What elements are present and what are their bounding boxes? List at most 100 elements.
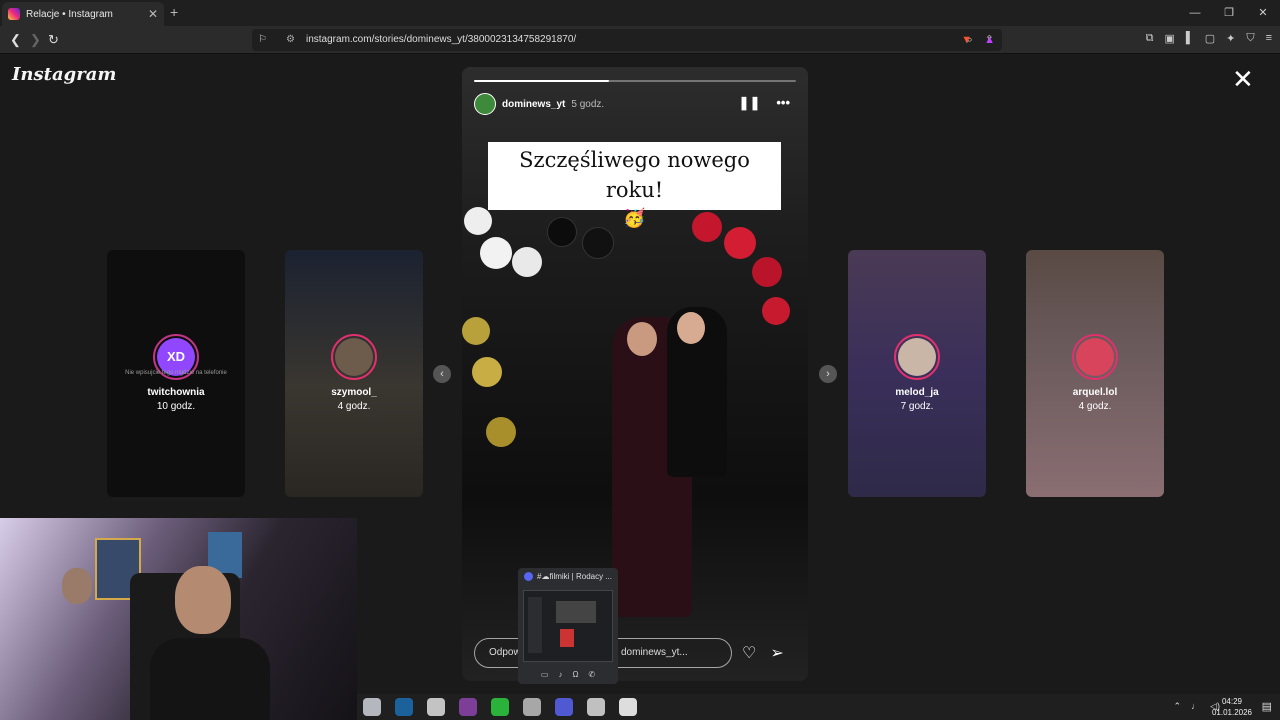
thumb-media bbox=[560, 629, 574, 647]
person-body bbox=[150, 638, 270, 720]
media-player-icon[interactable] bbox=[491, 698, 509, 716]
microphone-icon[interactable]: ♩ bbox=[1191, 701, 1200, 712]
shield-group: ▼ ▲ bbox=[955, 29, 1005, 51]
tray-chevron-icon[interactable]: ⌃ bbox=[1174, 701, 1182, 712]
mic-icon[interactable]: ♪ bbox=[558, 670, 562, 679]
person-face bbox=[627, 322, 657, 356]
avatar-photo bbox=[898, 338, 936, 376]
story-username: arquel.lol bbox=[1072, 387, 1118, 398]
app-icon[interactable] bbox=[523, 698, 541, 716]
avatar-photo bbox=[335, 338, 373, 376]
story-progress-fill bbox=[474, 80, 610, 82]
pause-icon[interactable]: ❚❚ bbox=[739, 95, 761, 111]
story-username: twitchownia bbox=[147, 387, 205, 398]
bookmark-icon[interactable]: ⚐ bbox=[258, 29, 267, 51]
partying-face-emoji: 🥳 bbox=[623, 208, 646, 229]
preview-title: #☁filmiki | Rodacy ... bbox=[537, 572, 612, 581]
story-username: szymool_ bbox=[331, 387, 377, 398]
twitch-icon[interactable] bbox=[459, 698, 477, 716]
sidebar-icon[interactable]: ▌ bbox=[1186, 32, 1194, 45]
story-avatar[interactable] bbox=[474, 93, 496, 115]
story-username[interactable]: dominews_yt bbox=[502, 99, 565, 110]
explorer-icon[interactable] bbox=[363, 698, 381, 716]
reply-placeholder-left: Odpow bbox=[489, 647, 521, 658]
story-actions: ♡ ➢ bbox=[742, 643, 784, 663]
settings-icon[interactable] bbox=[619, 698, 637, 716]
phone-icon[interactable]: ✆ bbox=[588, 670, 595, 679]
close-stories-button[interactable]: ✕ bbox=[1232, 66, 1254, 92]
browser-toolbar: ❮ ❯ ↻ ⚐ ⚙ instagram.com/stories/dominews… bbox=[0, 26, 1280, 54]
taskbar: ⌃ ♩ ◁) 04:29 01.01.2026 ▤ bbox=[357, 694, 1280, 720]
wallet-icon[interactable]: ▢ bbox=[1205, 32, 1215, 45]
caption-text: Szczęśliwego nowego roku! bbox=[519, 148, 750, 202]
story-time: 4 godz. bbox=[337, 401, 371, 412]
clock-date: 01.01.2026 bbox=[1211, 708, 1252, 717]
more-options-icon[interactable]: ••• bbox=[776, 95, 790, 111]
screen: Relacje • Instagram ✕ + — ❐ ✕ ❮ ❯ ↻ ⚐ ⚙ … bbox=[0, 0, 1280, 720]
story-time: 4 godz. bbox=[1078, 401, 1112, 412]
story-time: 10 godz. bbox=[156, 401, 196, 412]
browser-tab[interactable]: Relacje • Instagram ✕ bbox=[2, 2, 164, 26]
new-tab-button[interactable]: + bbox=[170, 4, 178, 20]
clock[interactable]: 04:29 01.01.2026 bbox=[1212, 696, 1252, 718]
close-tab-icon[interactable]: ✕ bbox=[148, 7, 158, 21]
reply-placeholder-right: dominews_yt... bbox=[621, 647, 688, 658]
address-bar[interactable]: ⚐ ⚙ instagram.com/stories/dominews_yt/38… bbox=[252, 29, 1002, 51]
thumb-media bbox=[556, 601, 596, 623]
preview-header: #☁filmiki | Rodacy ... bbox=[518, 568, 618, 585]
like-heart-icon[interactable]: ♡ bbox=[742, 643, 756, 663]
story-username: melod_ja bbox=[895, 387, 939, 398]
steam-icon[interactable] bbox=[395, 698, 413, 716]
discord-icon bbox=[524, 572, 533, 581]
minimize-button[interactable]: — bbox=[1178, 0, 1212, 26]
preview-thumbnail[interactable] bbox=[523, 590, 613, 662]
story-time: 5 godz. bbox=[571, 98, 605, 110]
balloon-red bbox=[752, 257, 782, 287]
story-time: 7 godz. bbox=[900, 401, 934, 412]
preview-controls: ▭ ♪ Ω ✆ bbox=[518, 670, 618, 679]
menu-icon[interactable]: ≡ bbox=[1266, 32, 1272, 45]
vpn-icon[interactable]: ⛉ bbox=[1246, 32, 1254, 45]
leo-ai-icon[interactable]: ✦ bbox=[1226, 32, 1235, 45]
site-info-icon[interactable]: ⚙ bbox=[286, 29, 295, 51]
clock-time: 04:29 bbox=[1221, 697, 1242, 706]
thumb-sidebar bbox=[528, 597, 542, 653]
maximize-button[interactable]: ❐ bbox=[1212, 0, 1246, 26]
brave-shield-icon[interactable]: ▼ bbox=[961, 29, 972, 51]
reader-icon[interactable]: ▣ bbox=[1165, 32, 1175, 45]
active-story[interactable]: dominews_yt 5 godz. ❚❚ ••• Szczęśliwego … bbox=[462, 67, 808, 681]
story-card-twitchownia[interactable]: XD Nie wpisujcie tego nigdzie na telefon… bbox=[107, 250, 245, 497]
url-text[interactable]: instagram.com/stories/dominews_yt/380002… bbox=[306, 34, 576, 45]
brave-rewards-icon[interactable]: ▲ bbox=[984, 29, 995, 51]
story-card-melod-ja[interactable]: melod_ja 7 godz. bbox=[848, 250, 986, 497]
story-card-szymool[interactable]: szymool_ 4 godz. bbox=[285, 250, 423, 497]
reload-icon[interactable]: ↻ bbox=[48, 32, 59, 48]
story-card-arquel[interactable]: arquel.lol 4 godz. bbox=[1026, 250, 1164, 497]
person-face bbox=[677, 312, 705, 344]
forward-icon[interactable]: ❯ bbox=[30, 32, 41, 48]
instagram-logo[interactable]: Instagram bbox=[12, 64, 116, 85]
next-story-arrow[interactable]: › bbox=[819, 365, 837, 383]
extensions-icon[interactable]: ⧉ bbox=[1146, 32, 1154, 45]
webcam-overlay bbox=[0, 518, 357, 720]
instagram-favicon-icon bbox=[8, 8, 20, 20]
obs-icon[interactable] bbox=[427, 698, 445, 716]
browser-tab-bar: Relacje • Instagram ✕ + — ❐ ✕ bbox=[0, 0, 1280, 26]
story-header: dominews_yt 5 godz. bbox=[474, 93, 604, 115]
camera-icon[interactable]: ▭ bbox=[541, 670, 549, 679]
prev-story-arrow[interactable]: ‹ bbox=[433, 365, 451, 383]
balloon-red bbox=[762, 297, 790, 325]
send-icon[interactable]: ➢ bbox=[770, 643, 783, 663]
balloon-gold bbox=[462, 317, 490, 345]
story-progress-bar bbox=[474, 80, 796, 82]
shield-app-icon[interactable] bbox=[587, 698, 605, 716]
story-controls: ❚❚ ••• bbox=[739, 95, 790, 111]
story-caption: Szczęśliwego nowego roku! 🥳 bbox=[488, 142, 781, 229]
back-icon[interactable]: ❮ bbox=[10, 32, 21, 48]
discord-taskbar-icon[interactable] bbox=[555, 698, 573, 716]
notifications-icon[interactable]: ▤ bbox=[1262, 700, 1272, 713]
close-window-button[interactable]: ✕ bbox=[1246, 0, 1280, 26]
discord-window-preview[interactable]: #☁filmiki | Rodacy ... ▭ ♪ Ω ✆ bbox=[518, 568, 618, 684]
headphones-icon[interactable]: Ω bbox=[572, 670, 578, 679]
balloon-gold bbox=[486, 417, 516, 447]
